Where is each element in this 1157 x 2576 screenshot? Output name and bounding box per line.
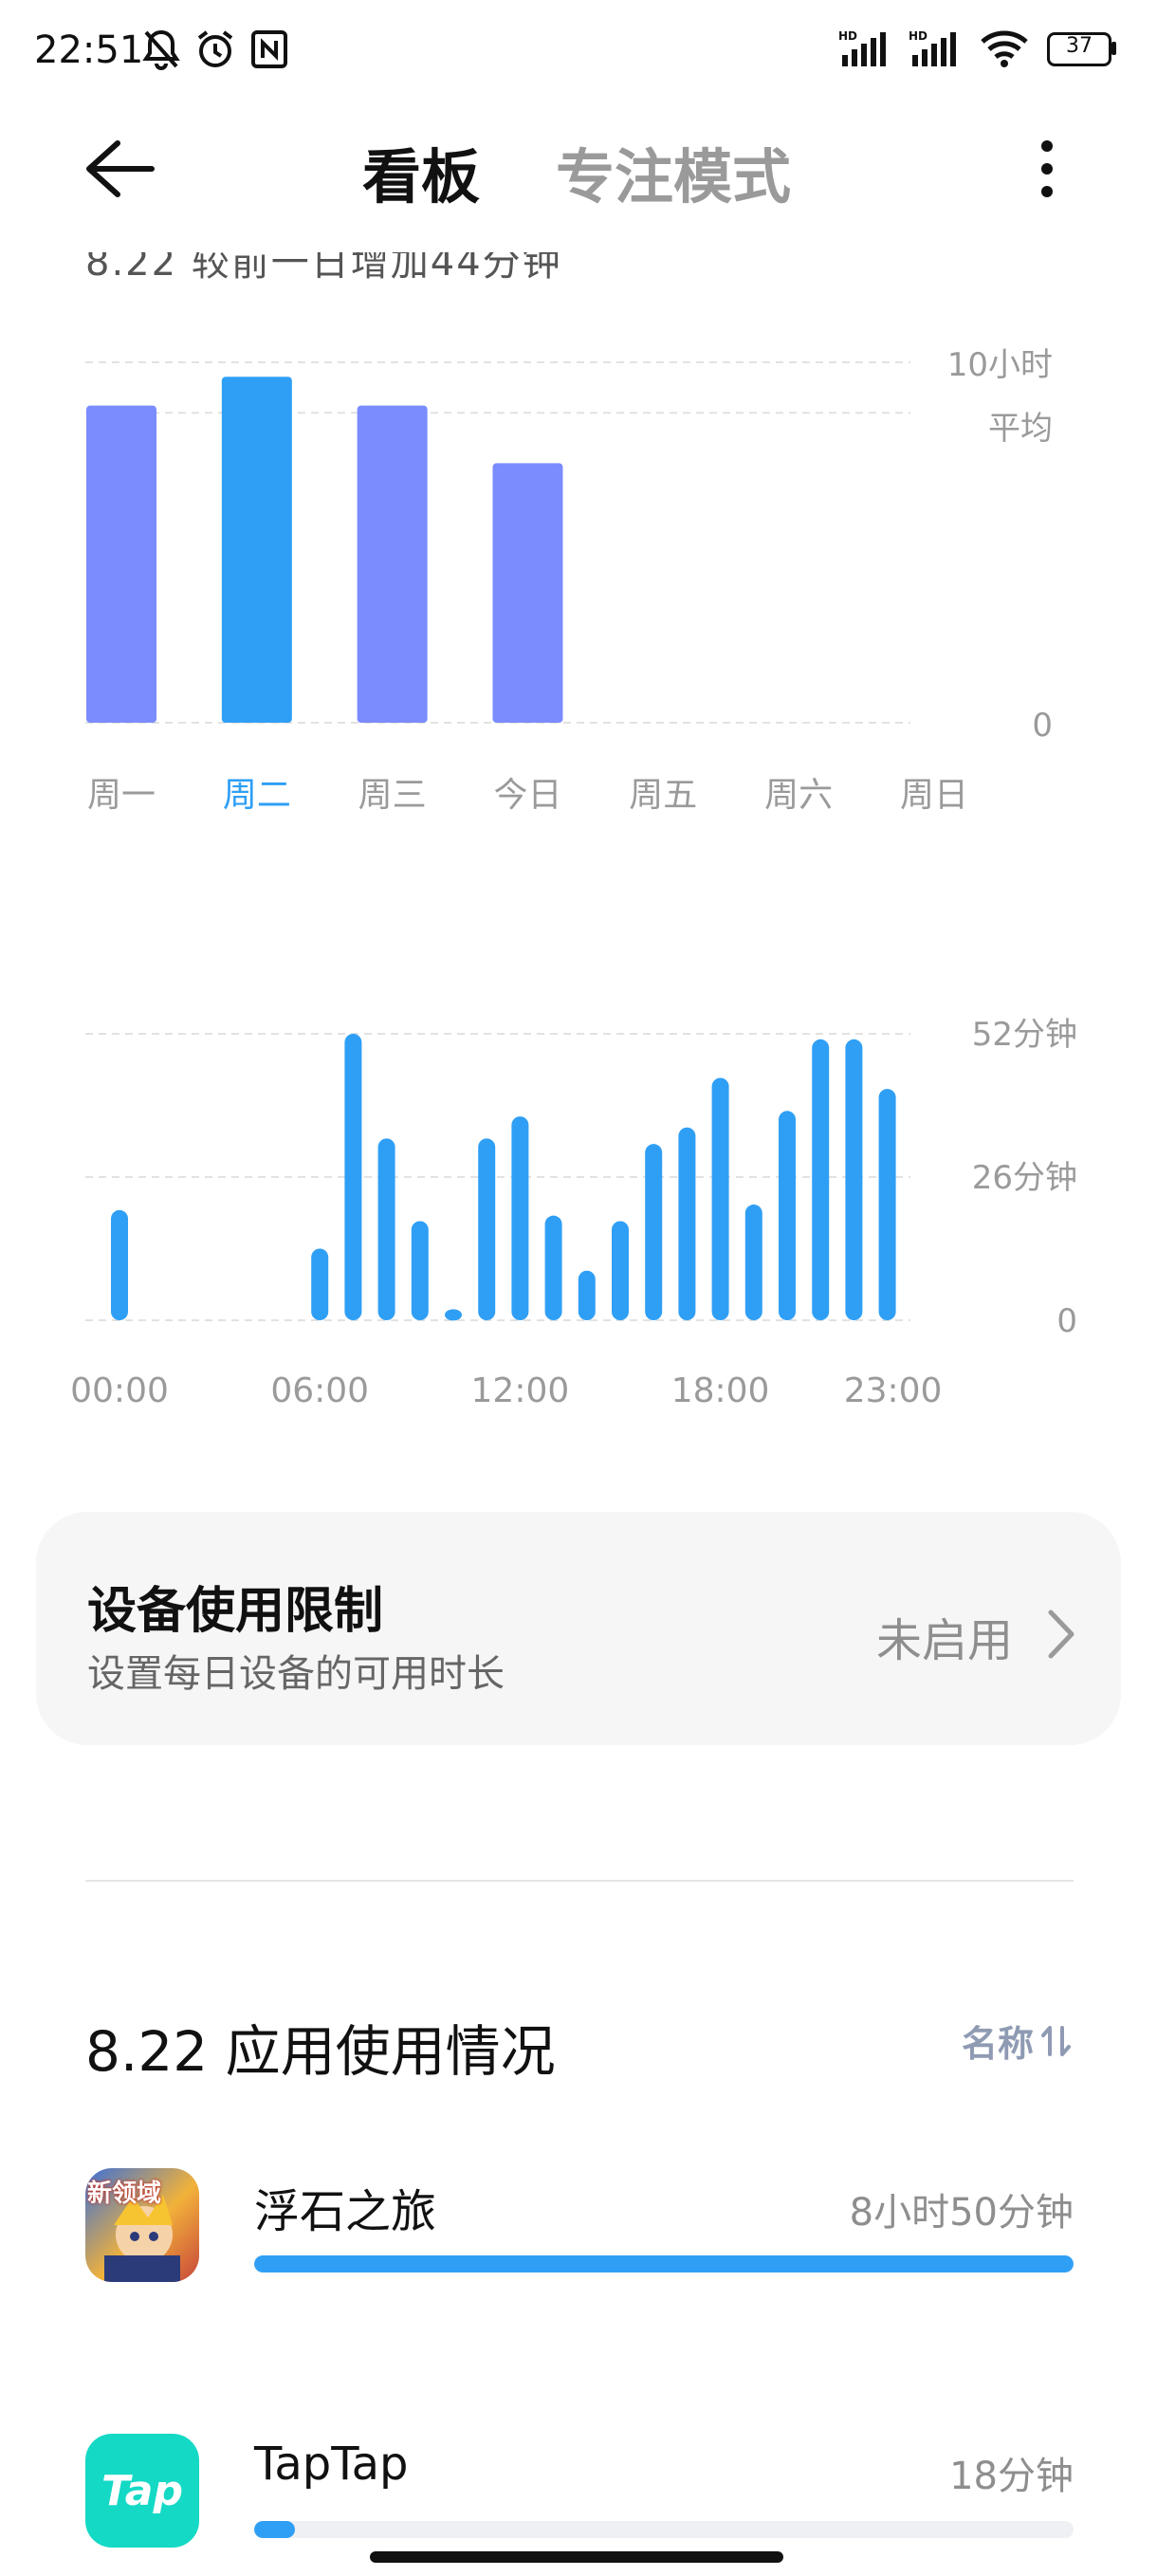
hourly-bar: [511, 1116, 529, 1320]
y-tick-label: 平均: [988, 410, 1053, 448]
usage-bar-fill: [254, 2521, 296, 2538]
x-tick-label: 周一: [87, 776, 156, 815]
hourly-bar: [445, 1309, 462, 1321]
daily-usage-chart: 10小时平均 0 周一 周二 周三 今日 周五 周六 周日: [85, 346, 1053, 815]
app-name: TapTap: [254, 2438, 409, 2491]
signal-hd-2-icon: HD: [909, 29, 956, 66]
hourly-bar: [111, 1209, 128, 1320]
x-tick-label: 23:00: [844, 1371, 943, 1410]
status-bar: 22:51 HD HD 37: [0, 0, 1157, 104]
hourly-bar: [612, 1221, 629, 1320]
daily-bar: [492, 463, 563, 723]
status-time: 22:51: [34, 28, 144, 72]
x-tick-label: 周日: [900, 776, 968, 815]
svg-text:HD: HD: [909, 29, 927, 43]
tab-focus-mode[interactable]: 专注模式: [556, 129, 791, 214]
x-tick-label: 06:00: [270, 1371, 369, 1410]
app-usage-title: 8.22 应用使用情况: [85, 2019, 556, 2084]
usage-bar: [254, 2255, 1074, 2272]
x-tick-label: 今日: [493, 776, 561, 815]
x-tick-label: 周三: [358, 776, 427, 815]
chevron-right-icon: [1048, 1610, 1074, 1659]
battery-level: 37: [1066, 34, 1093, 58]
app-name: 浮石之旅: [254, 2185, 437, 2238]
app-usage-time: 8小时50分钟: [849, 2191, 1074, 2235]
hourly-bar: [711, 1077, 729, 1320]
hourly-bar: [344, 1034, 362, 1320]
game-icon-text: 新领域: [87, 2180, 162, 2208]
hourly-bar: [812, 1039, 830, 1320]
alarm-icon: [197, 30, 233, 67]
hourly-bar: [678, 1127, 696, 1320]
hourly-bar: [411, 1221, 429, 1320]
taptap-app-icon: Tap: [85, 2434, 199, 2548]
y-tick-label: 0: [1056, 1302, 1077, 1340]
x-tick-label: 周五: [629, 776, 697, 815]
sort-button[interactable]: 名称: [962, 2015, 1072, 2067]
x-tick-label: 周二: [223, 776, 291, 815]
app-usage-time: 18分钟: [949, 2455, 1074, 2498]
hourly-bar: [311, 1248, 329, 1320]
game-app-icon: 新领域: [85, 2168, 199, 2282]
sort-label: 名称: [962, 2023, 1035, 2065]
y-tick-label: 52分钟: [972, 1016, 1077, 1054]
tab-board[interactable]: 看板: [362, 129, 480, 214]
hourly-bar: [645, 1144, 663, 1320]
bell-off-icon: [142, 29, 180, 70]
hourly-bar: [878, 1089, 896, 1320]
device-limit-title: 设备使用限制: [87, 1583, 384, 1640]
wifi-icon: [981, 30, 1028, 67]
status-icons-left: [142, 28, 288, 70]
device-limit-subtitle: 设置每日设备的可用时长: [87, 1652, 505, 1696]
nfc-icon: [251, 30, 287, 68]
list-item[interactable]: 新领域 浮石之旅 8小时50分钟: [85, 2168, 1074, 2310]
home-indicator[interactable]: [370, 2551, 783, 2563]
sort-icon: [1041, 2025, 1072, 2056]
x-tick-label: 00:00: [70, 1371, 169, 1410]
battery-icon: 37: [1047, 32, 1116, 66]
hourly-bar: [544, 1215, 562, 1320]
more-menu-icon[interactable]: [1028, 138, 1066, 199]
daily-bar: [221, 377, 292, 723]
hourly-bar: [744, 1205, 762, 1320]
hourly-bar: [578, 1270, 596, 1320]
signal-hd-1-icon: HD: [838, 29, 886, 66]
hourly-bar: [478, 1138, 496, 1320]
status-icons-right: HD HD 37: [838, 28, 1116, 68]
hourly-bar: [377, 1138, 395, 1320]
taptap-icon-text: Tap: [101, 2466, 183, 2515]
back-arrow-icon[interactable]: [82, 136, 157, 202]
usage-bar: [254, 2521, 1074, 2538]
hourly-bar: [845, 1039, 863, 1320]
device-limit-status: 未启用: [876, 1614, 1014, 1667]
divider: [85, 1880, 1074, 1882]
daily-bar: [86, 405, 156, 723]
x-tick-label: 周六: [764, 776, 833, 815]
x-tick-label: 12:00: [471, 1371, 570, 1410]
y-tick-label: 0: [1032, 707, 1053, 745]
hourly-bar: [779, 1111, 796, 1320]
summary-text: 8.22 较前一日增加44分钟: [85, 241, 562, 285]
y-tick-label: 26分钟: [972, 1159, 1077, 1197]
usage-bar-fill: [254, 2255, 1074, 2272]
x-tick-label: 18:00: [671, 1371, 770, 1410]
y-tick-label: 10小时: [947, 346, 1053, 384]
daily-bar: [357, 405, 428, 723]
hourly-usage-chart: 52分钟 26分钟 0 00:00 06:00 12:00 18:00 23:00: [70, 1016, 1077, 1410]
svg-text:HD: HD: [838, 29, 857, 43]
